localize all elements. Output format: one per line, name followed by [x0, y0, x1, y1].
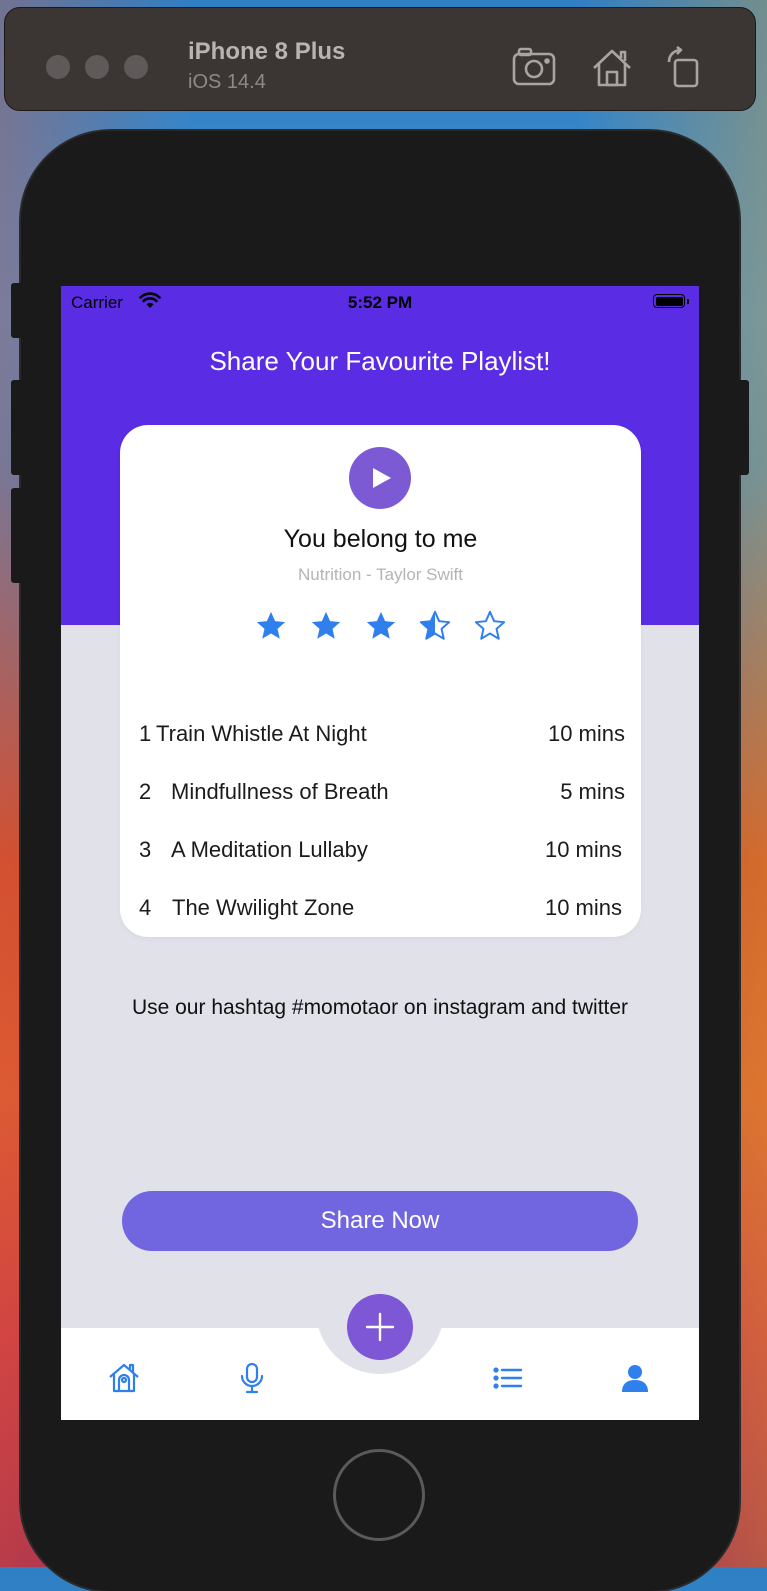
window-close-button[interactable]	[46, 55, 70, 79]
track-number: 3	[139, 837, 152, 862]
track-name: Train Whistle At Night	[156, 721, 367, 746]
star-half-icon[interactable]	[418, 609, 452, 643]
screenshot-icon[interactable]	[511, 46, 557, 90]
song-subtitle: Nutrition - Taylor Swift	[297, 565, 463, 584]
page-title: Share Your Favourite Playlist!	[209, 346, 551, 376]
power-button	[737, 380, 749, 475]
track-row[interactable]: 1 Train Whistle At Night 10 mins	[139, 721, 625, 751]
window-minimize-button[interactable]	[85, 55, 109, 79]
track-number: 1	[139, 721, 152, 746]
track-duration: 10 mins	[544, 837, 622, 862]
track-row[interactable]: 4 The Wwilight Zone 10 mins	[139, 895, 625, 925]
track-row[interactable]: 3 A Meditation Lullaby 10 mins	[139, 837, 625, 867]
microphone-icon[interactable]	[235, 1361, 269, 1395]
simulator-device-name: iPhone 8 Plus	[188, 38, 346, 65]
mute-switch	[11, 283, 23, 338]
rotate-icon[interactable]	[661, 45, 707, 90]
phone-home-button[interactable]	[333, 1449, 425, 1541]
play-icon	[373, 468, 391, 488]
track-number: 2	[139, 779, 152, 804]
app-screen: Carrier 5:52 PM Share Your Favourite Pla…	[61, 286, 699, 1420]
play-button[interactable]	[349, 447, 411, 509]
track-duration: 10 mins	[547, 721, 625, 746]
simulator-os-version: iOS 14.4	[188, 71, 266, 93]
star-empty-icon[interactable]	[473, 609, 507, 643]
volume-down-button	[11, 488, 23, 583]
add-icon	[365, 1312, 395, 1342]
status-bar: Carrier 5:52 PM	[61, 286, 699, 318]
track-row[interactable]: 2 Mindfullness of Breath 5 mins	[139, 779, 625, 809]
battery-nub	[687, 299, 689, 304]
track-name: Mindfullness of Breath	[171, 779, 389, 804]
star-full-icon[interactable]	[254, 609, 288, 643]
profile-icon[interactable]	[618, 1361, 652, 1395]
track-duration: 10 mins	[544, 895, 622, 920]
battery-icon	[653, 294, 685, 308]
star-full-icon[interactable]	[364, 609, 398, 643]
track-name: The Wwilight Zone	[172, 895, 355, 920]
home-icon[interactable]	[589, 46, 635, 90]
star-full-icon[interactable]	[309, 609, 343, 643]
playlist-card: You belong to me Nutrition - Taylor Swif…	[120, 425, 641, 937]
hashtag-text: Use our hashtag #momotaor on instagram a…	[131, 996, 629, 1019]
track-name: A Meditation Lullaby	[171, 837, 368, 862]
track-duration: 5 mins	[560, 779, 625, 804]
status-time: 5:52 PM	[347, 293, 413, 312]
window-zoom-button[interactable]	[124, 55, 148, 79]
track-number: 4	[139, 895, 152, 920]
add-button[interactable]	[347, 1294, 413, 1360]
list-icon[interactable]	[491, 1361, 525, 1395]
song-title: You belong to me	[283, 525, 478, 553]
home-icon[interactable]	[107, 1361, 141, 1395]
star-rating[interactable]	[254, 609, 514, 645]
volume-up-button	[11, 380, 23, 475]
simulator-titlebar: iPhone 8 Plus iOS 14.4	[4, 7, 756, 111]
share-now-button[interactable]: Share Now	[122, 1191, 638, 1251]
